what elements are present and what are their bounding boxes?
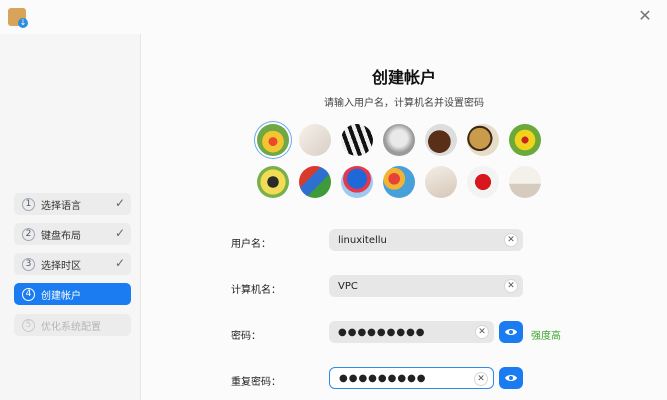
- step-label: 创建帐户: [41, 290, 81, 302]
- sidebar-step-account[interactable]: 4 创建帐户: [14, 283, 131, 305]
- sidebar-step-keyboard[interactable]: 2 键盘布局 ✓: [14, 223, 131, 245]
- sidebar-step-language[interactable]: 1 选择语言 ✓: [14, 193, 131, 215]
- password-input[interactable]: ●●●●●●●●● ✕: [329, 321, 494, 343]
- step-number: 1: [22, 197, 35, 211]
- account-panel: 创建帐户 请输入用户名，计算机名并设置密码 用户名： linuxitellu ✕…: [141, 34, 667, 400]
- check-icon: ✓: [114, 196, 125, 210]
- show-password-button[interactable]: [499, 321, 523, 343]
- step-number: 5: [22, 318, 35, 332]
- eye-icon: [505, 329, 517, 335]
- computer-name-input[interactable]: VPC ✕: [329, 275, 523, 297]
- heart-avatar[interactable]: [467, 166, 499, 198]
- show-repeat-password-button[interactable]: [499, 367, 523, 389]
- check-icon: ✓: [114, 226, 125, 240]
- repeat-password-label: 重复密码：: [231, 377, 281, 388]
- clear-icon[interactable]: ✕: [474, 372, 488, 386]
- page-title: 创建帐户: [371, 68, 436, 87]
- repeat-password-value: ●●●●●●●●●: [339, 372, 427, 384]
- download-arrow-icon: ↓: [18, 18, 28, 28]
- clear-icon[interactable]: ✕: [475, 325, 489, 339]
- password-label: 密码：: [231, 331, 261, 342]
- cat-avatar[interactable]: [383, 124, 415, 156]
- horse-avatar[interactable]: [425, 124, 457, 156]
- step-number: 4: [22, 287, 35, 301]
- step-label: 选择语言: [41, 200, 81, 212]
- step-label: 键盘布局: [41, 230, 81, 242]
- sidebar-step-optimize: 5 优化系统配置: [14, 314, 131, 336]
- step-label: 选择时区: [41, 260, 81, 272]
- username-label: 用户名：: [231, 239, 271, 250]
- clear-icon[interactable]: ✕: [504, 279, 518, 293]
- sidebar-step-timezone[interactable]: 3 选择时区 ✓: [14, 253, 131, 275]
- clear-icon[interactable]: ✕: [504, 233, 518, 247]
- installer-package-icon: ↓: [8, 8, 28, 28]
- balloons-avatar[interactable]: [383, 166, 415, 198]
- password-value: ●●●●●●●●●: [338, 326, 426, 338]
- room-avatar[interactable]: [509, 166, 541, 198]
- parrot-avatar[interactable]: [299, 166, 331, 198]
- check-icon: ✓: [114, 256, 125, 270]
- computer-name-label: 计算机名：: [231, 285, 281, 296]
- step-sidebar: 1 选择语言 ✓ 2 键盘布局 ✓ 3 选择时区 ✓ 4 创建帐户 5 优化系统…: [0, 34, 141, 400]
- yellow-flower-avatar[interactable]: [509, 124, 541, 156]
- piano-avatar[interactable]: [341, 124, 373, 156]
- flower-avatar[interactable]: [257, 124, 289, 156]
- password-strength: 强度高: [531, 331, 561, 342]
- step-label: 优化系统配置: [41, 321, 101, 333]
- installer-window: ↓ ✕ 1 选择语言 ✓ 2 键盘布局 ✓ 3 选择时区 ✓ 4 创建帐户 5 …: [0, 0, 667, 400]
- computer-name-value: VPC: [338, 280, 358, 292]
- step-number: 3: [22, 257, 35, 271]
- step-number: 2: [22, 227, 35, 241]
- balloon-avatar[interactable]: [341, 166, 373, 198]
- page-subtitle: 请输入用户名，计算机名并设置密码: [324, 98, 484, 109]
- clock-avatar[interactable]: [299, 124, 331, 156]
- username-value: linuxitellu: [338, 234, 387, 246]
- username-input[interactable]: linuxitellu ✕: [329, 229, 523, 251]
- title-bar: ↓ ✕: [0, 0, 667, 34]
- butterfly-avatar[interactable]: [257, 166, 289, 198]
- leopard-avatar[interactable]: [467, 124, 499, 156]
- close-icon[interactable]: ✕: [637, 8, 653, 24]
- repeat-password-input[interactable]: ●●●●●●●●● ✕: [329, 367, 494, 389]
- eye-icon: [505, 375, 517, 381]
- shell-avatar[interactable]: [425, 166, 457, 198]
